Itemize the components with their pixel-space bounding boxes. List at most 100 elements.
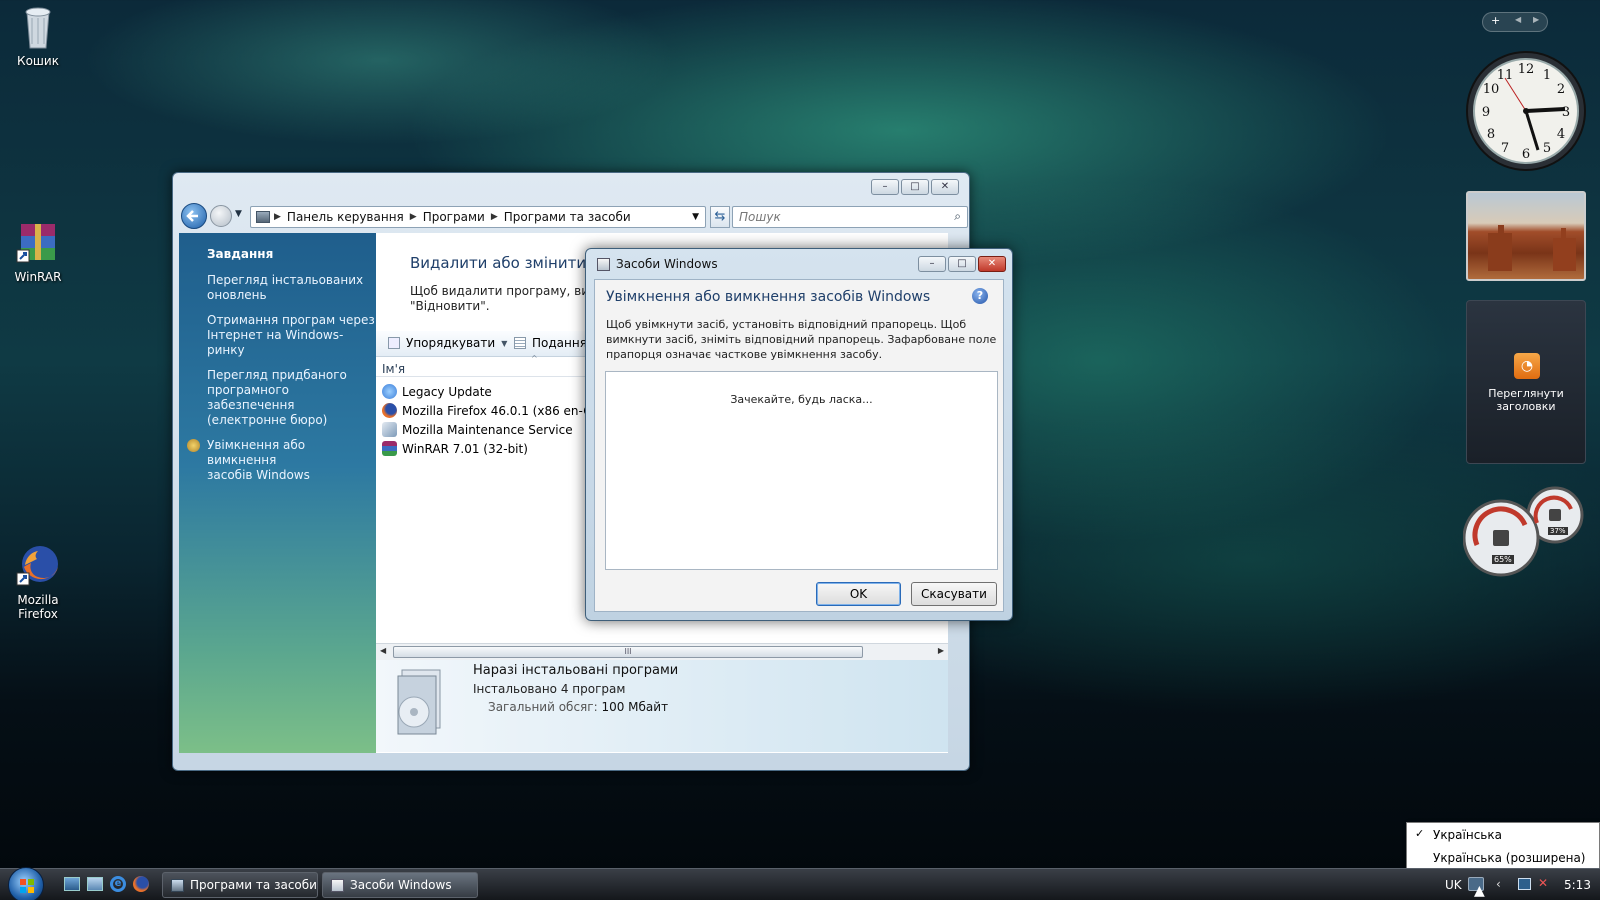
dialog-title: Засоби Windows xyxy=(616,257,718,271)
maximize-icon: □ xyxy=(910,181,920,192)
svg-text:11: 11 xyxy=(1497,68,1514,83)
windows-logo-icon xyxy=(20,879,34,893)
breadcrumb-separator-icon: ▶ xyxy=(409,212,417,222)
search-input[interactable]: Пошук ⌕ xyxy=(732,206,968,228)
minimize-icon: – xyxy=(882,181,888,192)
control-panel-icon xyxy=(256,211,270,223)
horizontal-scrollbar[interactable]: ◀ III ▶ xyxy=(376,643,948,660)
svg-text:8: 8 xyxy=(1487,127,1495,142)
forward-button[interactable] xyxy=(210,205,232,227)
refresh-button[interactable]: ⇆ xyxy=(710,206,730,228)
internet-explorer-icon[interactable]: e xyxy=(110,876,126,892)
sort-indicator-icon: ^ xyxy=(531,354,538,363)
view-button[interactable]: Подання xyxy=(514,336,587,350)
windows-features-dialog[interactable]: Засоби Windows – □ ✕ Увімкнення або вимк… xyxy=(585,248,1013,621)
language-menu-item[interactable]: Українська (розширена) xyxy=(1433,851,1585,865)
dialog-description: Щоб увімкнути засіб, установіть відповід… xyxy=(606,318,997,361)
firefox-icon xyxy=(382,403,397,418)
svg-text:9: 9 xyxy=(1482,105,1490,120)
prev-gadget-icon[interactable]: ◀ xyxy=(1515,15,1521,24)
firefox-icon[interactable] xyxy=(133,876,149,892)
close-icon: ✕ xyxy=(940,181,950,192)
show-desktop-icon[interactable] xyxy=(64,877,80,891)
winrar-icon xyxy=(15,220,61,266)
breadcrumb-separator-icon: ▶ xyxy=(490,212,498,222)
list-item[interactable]: Mozilla Maintenance Service xyxy=(382,420,573,439)
organize-button[interactable]: Упорядкувати ▼ xyxy=(388,336,507,350)
close-button[interactable]: ✕ xyxy=(931,179,959,195)
taskbar-button-programs[interactable]: Програми та засоби xyxy=(162,872,318,898)
cpu-meter-gadget[interactable]: 65% 37% xyxy=(1462,485,1593,577)
firefox-icon xyxy=(15,543,61,589)
show-hidden-icons-icon[interactable]: ‹ xyxy=(1496,877,1501,891)
desktop-icon-firefox[interactable]: Mozilla Firefox xyxy=(2,543,74,621)
recent-pages-dropdown[interactable]: ▼ xyxy=(235,209,242,219)
svg-text:7: 7 xyxy=(1501,141,1509,156)
dialog-heading: Увімкнення або вимкнення засобів Windows xyxy=(606,289,931,305)
list-item[interactable]: WinRAR 7.01 (32-bit) xyxy=(382,439,528,458)
tasks-pane: Завдання Перегляд інстальованих оновлень … xyxy=(179,233,376,753)
next-gadget-icon[interactable]: ▶ xyxy=(1533,15,1539,24)
feed-headlines-label: Переглянути заголовки xyxy=(1488,387,1564,413)
maximize-button[interactable]: □ xyxy=(901,179,929,195)
list-item[interactable]: Mozilla Firefox 46.0.1 (x86 en-GB) xyxy=(382,401,606,420)
minimize-button[interactable]: – xyxy=(871,179,899,195)
clock-icon: 12 1234567891011 xyxy=(1466,51,1586,171)
address-bar[interactable]: ▶ Панель керування ▶ Програми ▶ Програми… xyxy=(250,206,706,228)
slideshow-gadget[interactable] xyxy=(1466,191,1586,281)
back-button[interactable] xyxy=(181,203,207,229)
organize-icon xyxy=(388,337,400,349)
svg-text:10: 10 xyxy=(1483,82,1500,97)
sidebar-controls: + ◀ ▶ xyxy=(1482,12,1548,32)
add-gadget-icon[interactable]: + xyxy=(1491,14,1500,27)
help-icon[interactable]: ? xyxy=(972,288,988,304)
svg-text:12: 12 xyxy=(1518,62,1535,77)
rss-icon: ◔ xyxy=(1514,353,1540,379)
task-get-programs-online[interactable]: Отримання програм через Інтернет на Windo… xyxy=(207,313,376,358)
dialog-maximize-button[interactable]: □ xyxy=(948,256,976,272)
scroll-left-icon[interactable]: ◀ xyxy=(380,646,386,655)
features-tree[interactable]: Зачекайте, будь ласка... xyxy=(605,371,998,570)
close-icon: ✕ xyxy=(987,258,997,269)
svg-text:1: 1 xyxy=(1543,68,1551,83)
clock-time[interactable]: 5:13 xyxy=(1564,878,1591,892)
dialog-close-button[interactable]: ✕ xyxy=(978,256,1006,272)
scroll-right-icon[interactable]: ▶ xyxy=(938,646,944,655)
task-view-purchased-software[interactable]: Перегляд придбаного програмного забезпече… xyxy=(207,368,376,428)
switch-windows-icon[interactable] xyxy=(87,877,103,891)
details-size: Загальний обсяг: 100 Мбайт xyxy=(488,700,669,714)
legacy-update-icon xyxy=(382,384,397,399)
desktop-icon-winrar[interactable]: WinRAR xyxy=(2,220,74,284)
language-menu-item[interactable]: Українська xyxy=(1433,828,1502,842)
details-count: Інстальовано 4 програм xyxy=(473,682,626,696)
breadcrumb-programs-features[interactable]: Програми та засоби xyxy=(498,210,637,224)
taskbar-button-windows-features[interactable]: Засоби Windows xyxy=(322,872,478,898)
desktop-icon-recycle-bin[interactable]: Кошик xyxy=(2,4,74,68)
feed-headlines-gadget[interactable]: ◔ Переглянути заголовки xyxy=(1466,300,1586,464)
address-dropdown-icon[interactable]: ▼ xyxy=(692,212,699,222)
network-icon[interactable] xyxy=(1518,878,1531,890)
clock-gadget[interactable]: 12 1 2 3 4 5 6 7 8 9 10 11 xyxy=(1465,50,1587,172)
input-language-indicator[interactable]: UK xyxy=(1445,878,1462,892)
search-icon[interactable]: ⌕ xyxy=(954,209,961,224)
task-view-installed-updates[interactable]: Перегляд інстальованих оновлень xyxy=(207,273,376,303)
cpu-percent: 65% xyxy=(1492,555,1514,564)
cancel-button[interactable]: Скасувати xyxy=(911,582,997,606)
language-menu: ✓ Українська Українська (розширена) xyxy=(1406,822,1600,872)
installed-programs-icon xyxy=(388,666,448,738)
ok-button[interactable]: OK xyxy=(816,582,901,606)
scroll-thumb[interactable]: III xyxy=(393,646,863,658)
breadcrumb-control-panel[interactable]: Панель керування xyxy=(281,210,410,224)
dialog-minimize-button[interactable]: – xyxy=(918,256,946,272)
winrar-icon xyxy=(382,441,397,456)
maximize-icon: □ xyxy=(957,258,967,269)
volume-muted-icon[interactable]: ✕ xyxy=(1538,876,1548,890)
tasks-heading: Завдання xyxy=(207,247,274,261)
page-description: Щоб видалити програму, вибер "Відновити". xyxy=(410,284,612,313)
start-button[interactable] xyxy=(8,867,44,900)
shield-icon xyxy=(187,439,200,452)
maintenance-service-icon xyxy=(382,422,397,437)
list-item[interactable]: Legacy Update xyxy=(382,382,492,401)
breadcrumb-programs[interactable]: Програми xyxy=(417,210,491,224)
task-windows-features[interactable]: Увімкнення або вимкнення засобів Windows xyxy=(187,438,376,483)
